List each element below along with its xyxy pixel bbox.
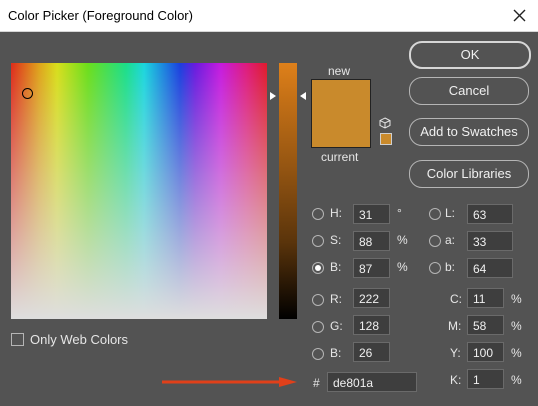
yellow-input[interactable]: 100 [467, 342, 504, 362]
only-web-colors-label[interactable]: Only Web Colors [30, 332, 128, 347]
lab-b-label: b: [445, 260, 456, 274]
cyan-label: C: [450, 292, 462, 306]
lab-b-radio[interactable] [429, 262, 441, 274]
color-field[interactable] [11, 63, 267, 319]
lab-l-input[interactable]: 63 [467, 204, 513, 224]
lab-a-label: a: [445, 233, 456, 247]
lab-l-radio[interactable] [429, 208, 441, 220]
black-label: K: [450, 373, 462, 387]
window-title: Color Picker (Foreground Color) [8, 8, 193, 23]
blue-radio[interactable] [312, 348, 324, 360]
color-slider[interactable] [279, 63, 297, 319]
cyan-input[interactable]: 11 [467, 288, 504, 308]
black-unit: % [511, 373, 522, 387]
ok-button[interactable]: OK [409, 41, 531, 69]
green-input[interactable]: 128 [353, 315, 390, 335]
current-label: current [321, 150, 359, 164]
hue-input[interactable]: 31 [353, 204, 390, 224]
black-input[interactable]: 1 [467, 369, 504, 389]
slider-handle-right-icon[interactable] [300, 92, 306, 100]
lab-b-input[interactable]: 64 [467, 258, 513, 278]
only-web-colors-checkbox[interactable] [11, 333, 24, 346]
color-field-marker[interactable] [22, 88, 33, 99]
hue-radio[interactable] [312, 208, 324, 220]
red-radio[interactable] [312, 294, 324, 306]
red-label: R: [330, 292, 342, 306]
blue-label: B: [330, 346, 342, 360]
yellow-unit: % [511, 346, 522, 360]
hex-hash-label: # [313, 376, 320, 390]
saturation-unit: % [397, 233, 408, 247]
hue-label: H: [330, 206, 342, 220]
green-label: G: [330, 319, 343, 333]
saturation-label: S: [330, 233, 342, 247]
brightness-input[interactable]: 87 [353, 258, 390, 278]
lab-a-radio[interactable] [429, 235, 441, 247]
lab-a-input[interactable]: 33 [467, 231, 513, 251]
magenta-unit: % [511, 319, 522, 333]
brightness-radio[interactable] [312, 262, 324, 274]
web-safe-swatch[interactable] [380, 133, 392, 145]
saturation-input[interactable]: 88 [353, 231, 390, 251]
slider-handle-left-icon[interactable] [270, 92, 276, 100]
web-safe-cube-icon[interactable] [379, 117, 391, 129]
yellow-label: Y: [450, 346, 461, 360]
blue-input[interactable]: 26 [353, 342, 390, 362]
brightness-unit: % [397, 260, 408, 274]
current-color-swatch[interactable] [311, 115, 371, 148]
lab-l-label: L: [445, 206, 456, 220]
cancel-button[interactable]: Cancel [409, 77, 529, 105]
close-icon[interactable] [511, 7, 528, 24]
title-bar: Color Picker (Foreground Color) [0, 0, 538, 32]
magenta-input[interactable]: 58 [467, 315, 504, 335]
red-arrow-icon [162, 377, 297, 387]
saturation-radio[interactable] [312, 235, 324, 247]
cyan-unit: % [511, 292, 522, 306]
magenta-label: M: [448, 319, 462, 333]
red-input[interactable]: 222 [353, 288, 390, 308]
new-label: new [328, 64, 351, 78]
brightness-label: B: [330, 260, 342, 274]
new-color-swatch [311, 79, 371, 115]
green-radio[interactable] [312, 321, 324, 333]
color-libraries-button[interactable]: Color Libraries [409, 160, 529, 188]
add-to-swatches-button[interactable]: Add to Swatches [409, 118, 529, 146]
hex-input[interactable]: de801a [327, 372, 417, 392]
hue-unit: ° [397, 206, 402, 220]
